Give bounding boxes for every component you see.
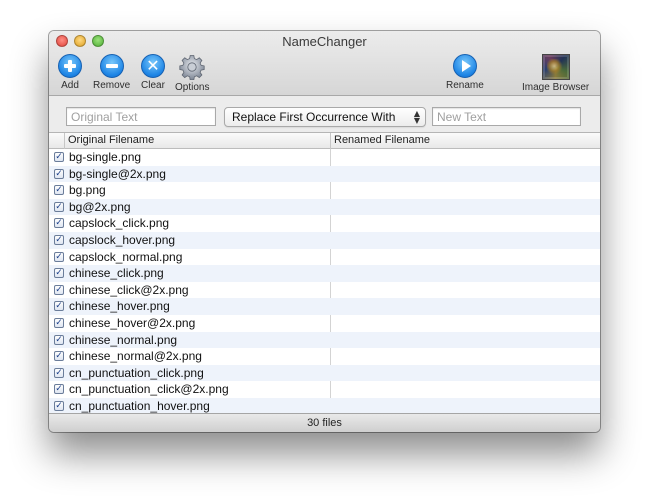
row-checkbox[interactable]: ✓ — [54, 268, 64, 279]
table-row[interactable]: ✓ chinese_normal.png — [49, 331, 600, 349]
table-row[interactable]: ✓ bg@2x.png — [49, 198, 600, 216]
original-filename: chinese_normal.png — [69, 332, 178, 347]
gear-icon — [179, 54, 205, 80]
x-circle-icon: ✕ — [141, 54, 165, 78]
window-title: NameChanger — [282, 34, 367, 49]
column-header-original[interactable]: Original Filename — [68, 134, 154, 146]
table-row[interactable]: ✓ capslock_normal.png — [49, 249, 600, 266]
image-browser-button[interactable]: Image Browser — [522, 54, 589, 93]
row-checkbox[interactable]: ✓ — [54, 317, 64, 328]
original-filename: chinese_click@2x.png — [69, 282, 189, 297]
options-button[interactable]: Options — [175, 54, 209, 93]
original-filename: cn_punctuation_hover.png — [69, 398, 210, 413]
table-row[interactable]: ✓ cn_punctuation_click@2x.png — [49, 381, 600, 398]
replace-bar: Replace First Occurrence With ▲▼ — [49, 97, 600, 133]
original-filename: capslock_hover.png — [69, 232, 176, 247]
file-count: 30 files — [307, 417, 342, 429]
original-filename: cn_punctuation_click@2x.png — [69, 382, 229, 397]
row-checkbox[interactable]: ✓ — [54, 301, 64, 312]
row-checkbox[interactable]: ✓ — [54, 351, 64, 362]
row-checkbox[interactable]: ✓ — [54, 251, 64, 262]
row-checkbox[interactable]: ✓ — [54, 218, 64, 229]
table-row[interactable]: ✓ bg-single.png — [49, 149, 600, 166]
row-checkbox[interactable]: ✓ — [54, 168, 64, 179]
play-circle-icon — [452, 54, 477, 78]
original-filename: chinese_normal@2x.png — [69, 349, 202, 364]
table-row[interactable]: ✓ bg-single@2x.png — [49, 165, 600, 183]
replace-mode-popup[interactable]: Replace First Occurrence With ▲ ▼ — [224, 107, 426, 127]
original-filename: bg-single.png — [69, 150, 142, 164]
column-header-renamed[interactable]: Renamed Filename — [334, 134, 430, 146]
table-row[interactable]: ✓ capslock_hover.png — [49, 231, 600, 249]
row-checkbox[interactable]: ✓ — [54, 384, 64, 395]
remove-button[interactable]: Remove — [93, 54, 130, 91]
minus-circle-icon — [99, 54, 124, 78]
original-text-input[interactable] — [66, 107, 216, 126]
remove-label: Remove — [93, 80, 131, 91]
table-header: Original Filename Renamed Filename — [49, 133, 600, 149]
clear-label: Clear — [141, 80, 165, 91]
replace-mode-selected: Replace First Occurrence With — [232, 110, 396, 124]
table-row[interactable]: ✓ capslock_click.png — [49, 215, 600, 232]
table-row[interactable]: ✓ chinese_click@2x.png — [49, 282, 600, 299]
title-toolbar: NameChanger Add Remove ✕ Clear Options R… — [49, 31, 600, 96]
image-thumbnail-icon — [541, 54, 570, 80]
rename-button[interactable]: Rename — [446, 54, 484, 91]
row-checkbox[interactable]: ✓ — [54, 201, 64, 212]
table-row[interactable]: ✓ chinese_click.png — [49, 265, 600, 282]
add-button[interactable]: Add — [58, 54, 82, 91]
original-filename: capslock_click.png — [69, 216, 170, 231]
row-checkbox[interactable]: ✓ — [54, 284, 64, 295]
image-browser-label: Image Browser — [522, 82, 590, 93]
row-checkbox[interactable]: ✓ — [54, 234, 64, 245]
add-label: Add — [61, 80, 79, 91]
original-filename: capslock_normal.png — [69, 249, 183, 264]
popup-arrows-icon: ▲ ▼ — [413, 109, 420, 125]
row-checkbox[interactable]: ✓ — [54, 400, 64, 411]
table-row[interactable]: ✓ bg.png — [49, 182, 600, 199]
table-row[interactable]: ✓ cn_punctuation_click.png — [49, 364, 600, 382]
row-checkbox[interactable]: ✓ — [54, 334, 64, 345]
original-filename: chinese_hover.png — [69, 299, 170, 314]
original-filename: bg-single@2x.png — [69, 166, 166, 181]
original-filename: chinese_hover@2x.png — [69, 315, 196, 330]
row-checkbox[interactable]: ✓ — [54, 367, 64, 378]
new-text-input[interactable] — [432, 107, 581, 126]
table-row[interactable]: ✓ chinese_normal@2x.png — [49, 348, 600, 365]
rename-label: Rename — [446, 80, 484, 91]
namechanger-window: NameChanger Add Remove ✕ Clear Options R… — [49, 31, 600, 432]
options-label: Options — [175, 82, 210, 93]
table-row[interactable]: ✓ chinese_hover@2x.png — [49, 315, 600, 332]
row-checkbox[interactable]: ✓ — [54, 185, 64, 196]
original-filename: bg@2x.png — [69, 199, 131, 214]
original-filename: bg.png — [69, 183, 106, 198]
table-row[interactable]: ✓ cn_punctuation_hover.png — [49, 397, 600, 413]
clear-button[interactable]: ✕ Clear — [141, 54, 165, 91]
file-table: ✓ bg-single.png ✓ bg-single@2x.png ✓ bg.png ✓ b… — [49, 149, 600, 413]
plus-circle-icon — [58, 54, 82, 78]
status-bar: 30 files — [49, 413, 600, 432]
row-checkbox[interactable]: ✓ — [54, 152, 64, 162]
table-row[interactable]: ✓ chinese_hover.png — [49, 298, 600, 315]
original-filename: cn_punctuation_click.png — [69, 365, 204, 380]
original-filename: chinese_click.png — [69, 266, 164, 281]
